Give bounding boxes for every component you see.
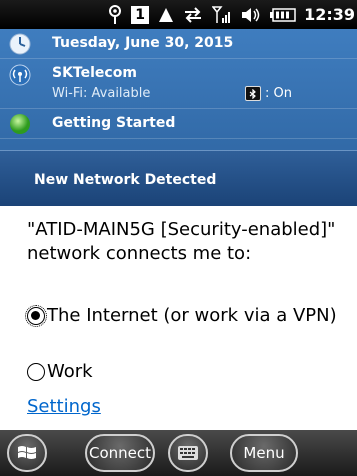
- getting-started-label: Getting Started: [52, 115, 176, 131]
- option-internet-label: The Internet (or work via a VPN): [47, 305, 337, 326]
- windows-logo-icon: [18, 446, 36, 459]
- battery-icon: [270, 4, 296, 26]
- today-date-row[interactable]: Tuesday, June 30, 2015: [0, 29, 357, 59]
- wireless-antenna-icon: [9, 64, 31, 86]
- settings-link[interactable]: Settings: [27, 396, 101, 417]
- notification-box-icon: 1: [131, 4, 150, 26]
- menu-softkey[interactable]: Menu: [230, 434, 298, 472]
- radio-selected-icon[interactable]: [25, 305, 47, 327]
- status-bar[interactable]: 1 12:39: [0, 0, 357, 29]
- new-network-dialog: New Network Detected "ATID-MAIN5G [Secur…: [0, 150, 357, 430]
- location-pin-icon: [108, 4, 122, 26]
- clock-time[interactable]: 12:39: [304, 5, 355, 24]
- connect-softkey[interactable]: Connect: [85, 434, 155, 472]
- bluetooth-status: : On: [245, 86, 292, 101]
- volume-icon: [241, 4, 261, 26]
- today-carrier-row[interactable]: SKTelecom Wi-Fi: Available : On: [0, 59, 357, 109]
- carrier-name: SKTelecom: [52, 65, 137, 81]
- green-orb-icon: [10, 114, 30, 134]
- data-sync-icon: [183, 4, 203, 26]
- alert-triangle-icon: [158, 4, 174, 26]
- clock-icon: [9, 33, 31, 55]
- option-work-label: Work: [47, 361, 93, 382]
- signal-strength-icon: [212, 4, 232, 26]
- keyboard-icon: [178, 446, 198, 460]
- keyboard-button[interactable]: [168, 434, 208, 472]
- dialog-message: "ATID-MAIN5G [Security-enabled]" network…: [27, 219, 336, 264]
- softkey-bar: Connect Menu: [0, 430, 357, 476]
- bluetooth-status-label: : On: [265, 86, 292, 101]
- bluetooth-icon: [245, 86, 261, 101]
- option-work-radio[interactable]: Work: [27, 360, 93, 384]
- wifi-status: Wi-Fi: Available: [52, 86, 151, 101]
- today-date: Tuesday, June 30, 2015: [52, 35, 234, 51]
- dialog-title: New Network Detected: [0, 150, 357, 206]
- today-getting-started-row[interactable]: Getting Started: [0, 109, 357, 139]
- option-internet-radio[interactable]: The Internet (or work via a VPN): [25, 304, 342, 328]
- start-button[interactable]: [7, 434, 47, 472]
- notification-count: 1: [131, 5, 150, 24]
- radio-unselected-icon[interactable]: [27, 363, 45, 381]
